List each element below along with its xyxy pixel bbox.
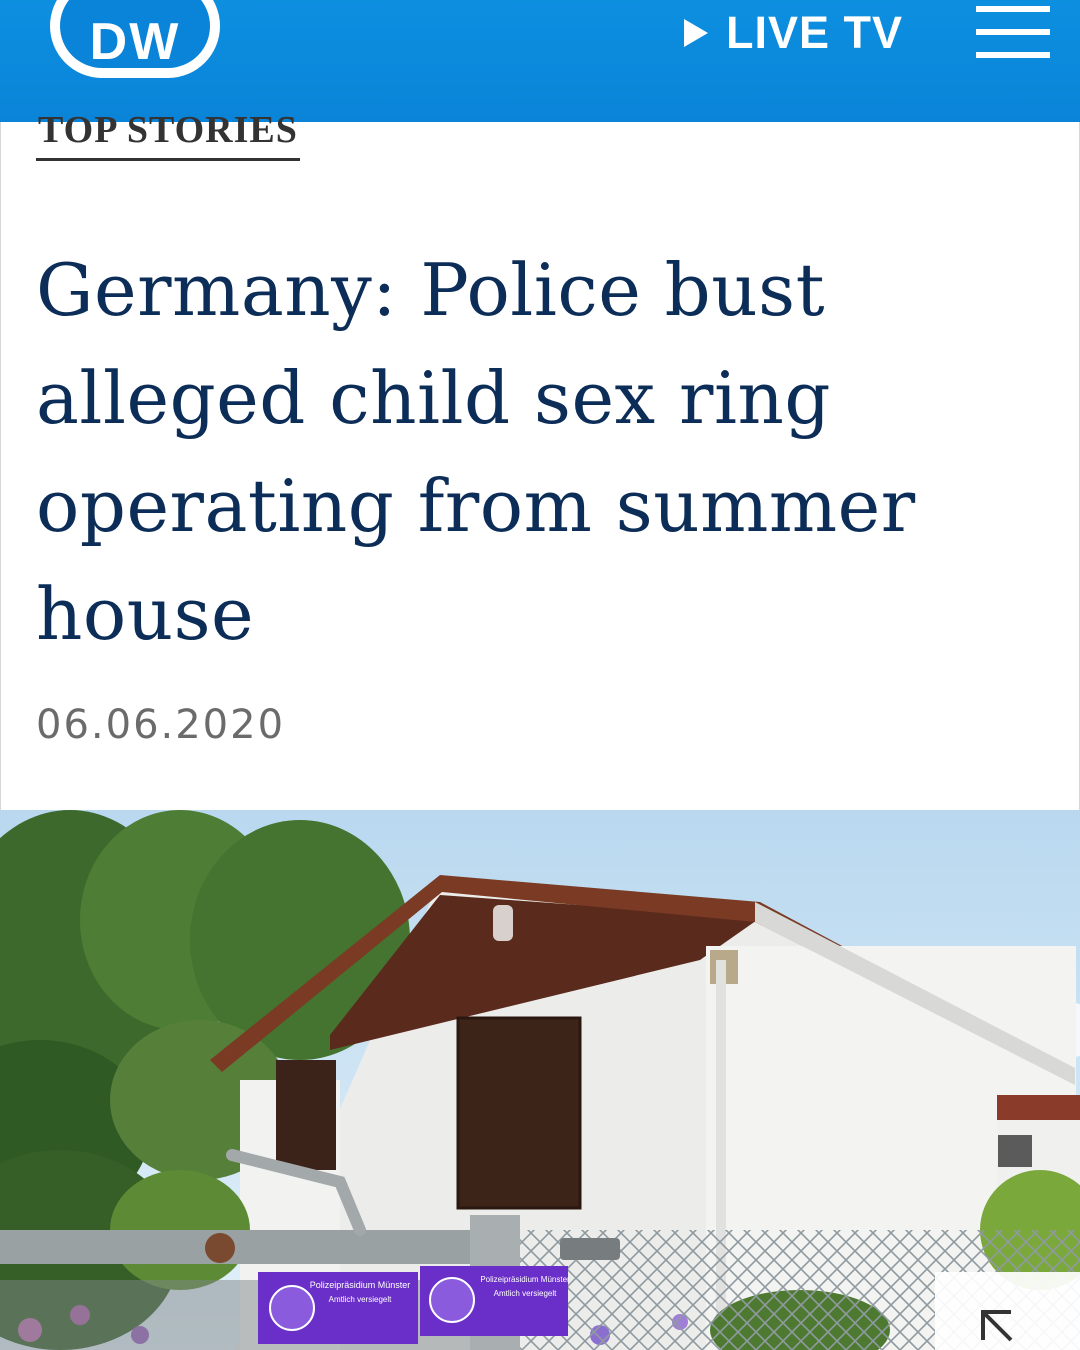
live-tv-button[interactable]: LIVE TV [684,7,904,58]
menu-bar-middle [976,29,1050,35]
seal-right-status: Amtlich versiegelt [494,1289,557,1298]
article-photo[interactable]: Polizeipräsidium Münster Amtlich versieg… [0,810,1080,1350]
dw-logo[interactable]: DW [50,0,220,78]
photo-expand-button[interactable] [935,1272,1080,1350]
dw-logo-text: DW [60,0,210,71]
menu-bar-top [976,6,1050,12]
section-label-top-stories[interactable]: TOP STORIES [36,102,300,161]
article-date: 06.06.2020 [36,702,286,748]
seal-right-title: Polizeipräsidium Münster [480,1275,570,1284]
play-icon [684,19,708,47]
live-tv-label: LIVE TV [726,7,904,58]
expand-arrow-icon [981,1310,1013,1342]
police-seal-left: Polizeipräsidium Münster Amtlich versieg… [258,1272,418,1344]
police-seal-right: Polizeipräsidium Münster Amtlich versieg… [420,1266,570,1336]
seal-left-status: Amtlich versiegelt [329,1295,392,1304]
seal-left-title: Polizeipräsidium Münster [310,1280,411,1290]
article-headline: Germany: Police bust alleged child sex r… [36,248,916,656]
menu-bar-bottom [976,52,1050,58]
photo-scene: Polizeipräsidium Münster Amtlich versieg… [0,810,1080,1350]
hamburger-menu-icon[interactable] [976,6,1050,58]
